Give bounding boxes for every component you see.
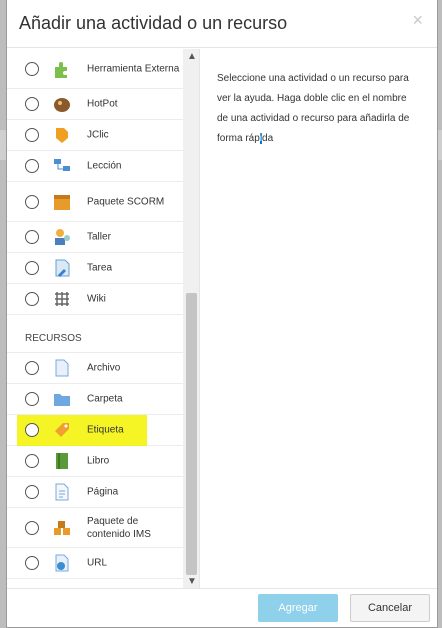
option-radio[interactable] xyxy=(25,520,39,535)
file-icon xyxy=(52,358,72,378)
option-label: Taller xyxy=(87,231,111,243)
dialog-header: Añadir una actividad o un recurso × xyxy=(7,0,437,48)
help-panel: Seleccione una actividad o un recurso pa… xyxy=(217,69,417,149)
resources-heading: RECURSOS xyxy=(25,333,82,344)
help-text: Seleccione una actividad o un recurso pa… xyxy=(217,73,410,144)
option-list: Herramienta Externa HotPot JClic Lección Paq… xyxy=(7,49,183,579)
option-label: Paquete SCORM xyxy=(87,196,165,207)
option-label: Herramienta Externa xyxy=(87,63,180,74)
option-row[interactable]: Taller xyxy=(7,222,183,253)
hotpot-icon xyxy=(52,94,72,114)
option-radio[interactable] xyxy=(25,159,39,173)
option-radio[interactable] xyxy=(25,556,39,570)
option-radio[interactable] xyxy=(25,361,39,375)
option-row[interactable]: Lección xyxy=(7,151,183,182)
option-row[interactable]: Página xyxy=(7,477,183,508)
option-label: Paquete de contenido IMS xyxy=(87,515,151,540)
option-label: Carpeta xyxy=(87,393,123,405)
dialog-footer: Agregar Cancelar xyxy=(7,588,437,627)
option-radio[interactable] xyxy=(25,61,39,76)
dialog-body: Herramienta Externa HotPot JClic Lección Paq… xyxy=(7,49,437,589)
wiki-icon xyxy=(52,289,72,309)
option-row[interactable]: HotPot xyxy=(7,89,183,120)
option-label: Archivo xyxy=(87,362,121,374)
option-label: Tarea xyxy=(87,262,113,274)
page-icon xyxy=(52,482,72,502)
scorm-icon xyxy=(52,192,72,212)
scroll-thumb[interactable] xyxy=(186,293,197,575)
option-label: Wiki xyxy=(87,293,106,305)
option-row[interactable]: Herramienta Externa xyxy=(7,49,183,89)
option-row[interactable]: Paquete SCORM xyxy=(7,182,183,222)
lesson-icon xyxy=(52,156,72,176)
option-radio[interactable] xyxy=(25,423,39,437)
book-icon xyxy=(52,451,72,471)
option-radio[interactable] xyxy=(25,261,39,275)
option-row[interactable]: Libro xyxy=(7,446,183,477)
add-activity-dialog: Añadir una actividad o un recurso × Herr… xyxy=(6,0,438,628)
option-row[interactable]: Paquete de contenido IMS xyxy=(7,508,183,548)
ims-icon xyxy=(52,518,72,538)
option-label: JClic xyxy=(87,129,109,141)
option-radio[interactable] xyxy=(25,454,39,468)
option-radio[interactable] xyxy=(25,292,39,306)
option-radio[interactable] xyxy=(25,392,39,406)
add-button[interactable]: Agregar xyxy=(258,594,338,622)
option-row[interactable]: Carpeta xyxy=(7,384,183,415)
dialog-title: Añadir una actividad o un recurso xyxy=(19,13,288,33)
option-radio[interactable] xyxy=(25,97,39,111)
jclic-icon xyxy=(52,125,72,145)
option-label: Página xyxy=(87,486,119,498)
option-label: Libro xyxy=(87,455,110,467)
cancel-button[interactable]: Cancelar xyxy=(350,594,430,622)
url-icon xyxy=(52,553,72,573)
help-text-end: da xyxy=(262,133,274,144)
puzzle-icon xyxy=(52,59,72,79)
option-row[interactable]: URL xyxy=(7,548,183,579)
scroll-down-icon[interactable]: ▼ xyxy=(187,576,197,587)
option-label: Lección xyxy=(87,160,122,172)
assignment-icon xyxy=(52,258,72,278)
workshop-icon xyxy=(52,227,72,247)
option-label: Etiqueta xyxy=(87,424,124,436)
option-label: URL xyxy=(87,557,108,569)
option-row[interactable]: Tarea xyxy=(7,253,183,284)
label-icon xyxy=(52,420,72,440)
options-scrollbar[interactable]: ▲ ▼ xyxy=(183,49,199,589)
folder-icon xyxy=(52,389,72,409)
close-icon[interactable]: × xyxy=(412,10,423,31)
option-radio[interactable] xyxy=(25,128,39,142)
option-radio[interactable] xyxy=(25,230,39,244)
option-row[interactable]: Etiqueta xyxy=(7,415,183,446)
option-radio[interactable] xyxy=(25,485,39,499)
option-row[interactable]: JClic xyxy=(7,120,183,151)
options-panel: Herramienta Externa HotPot JClic Lección Paq… xyxy=(7,49,200,589)
option-row[interactable]: Archivo xyxy=(7,353,183,384)
option-label: HotPot xyxy=(87,98,118,110)
option-radio[interactable] xyxy=(25,194,39,209)
option-row[interactable]: Wiki xyxy=(7,284,183,315)
resources-section: RECURSOS xyxy=(7,315,183,353)
scroll-up-icon[interactable]: ▲ xyxy=(187,51,197,62)
